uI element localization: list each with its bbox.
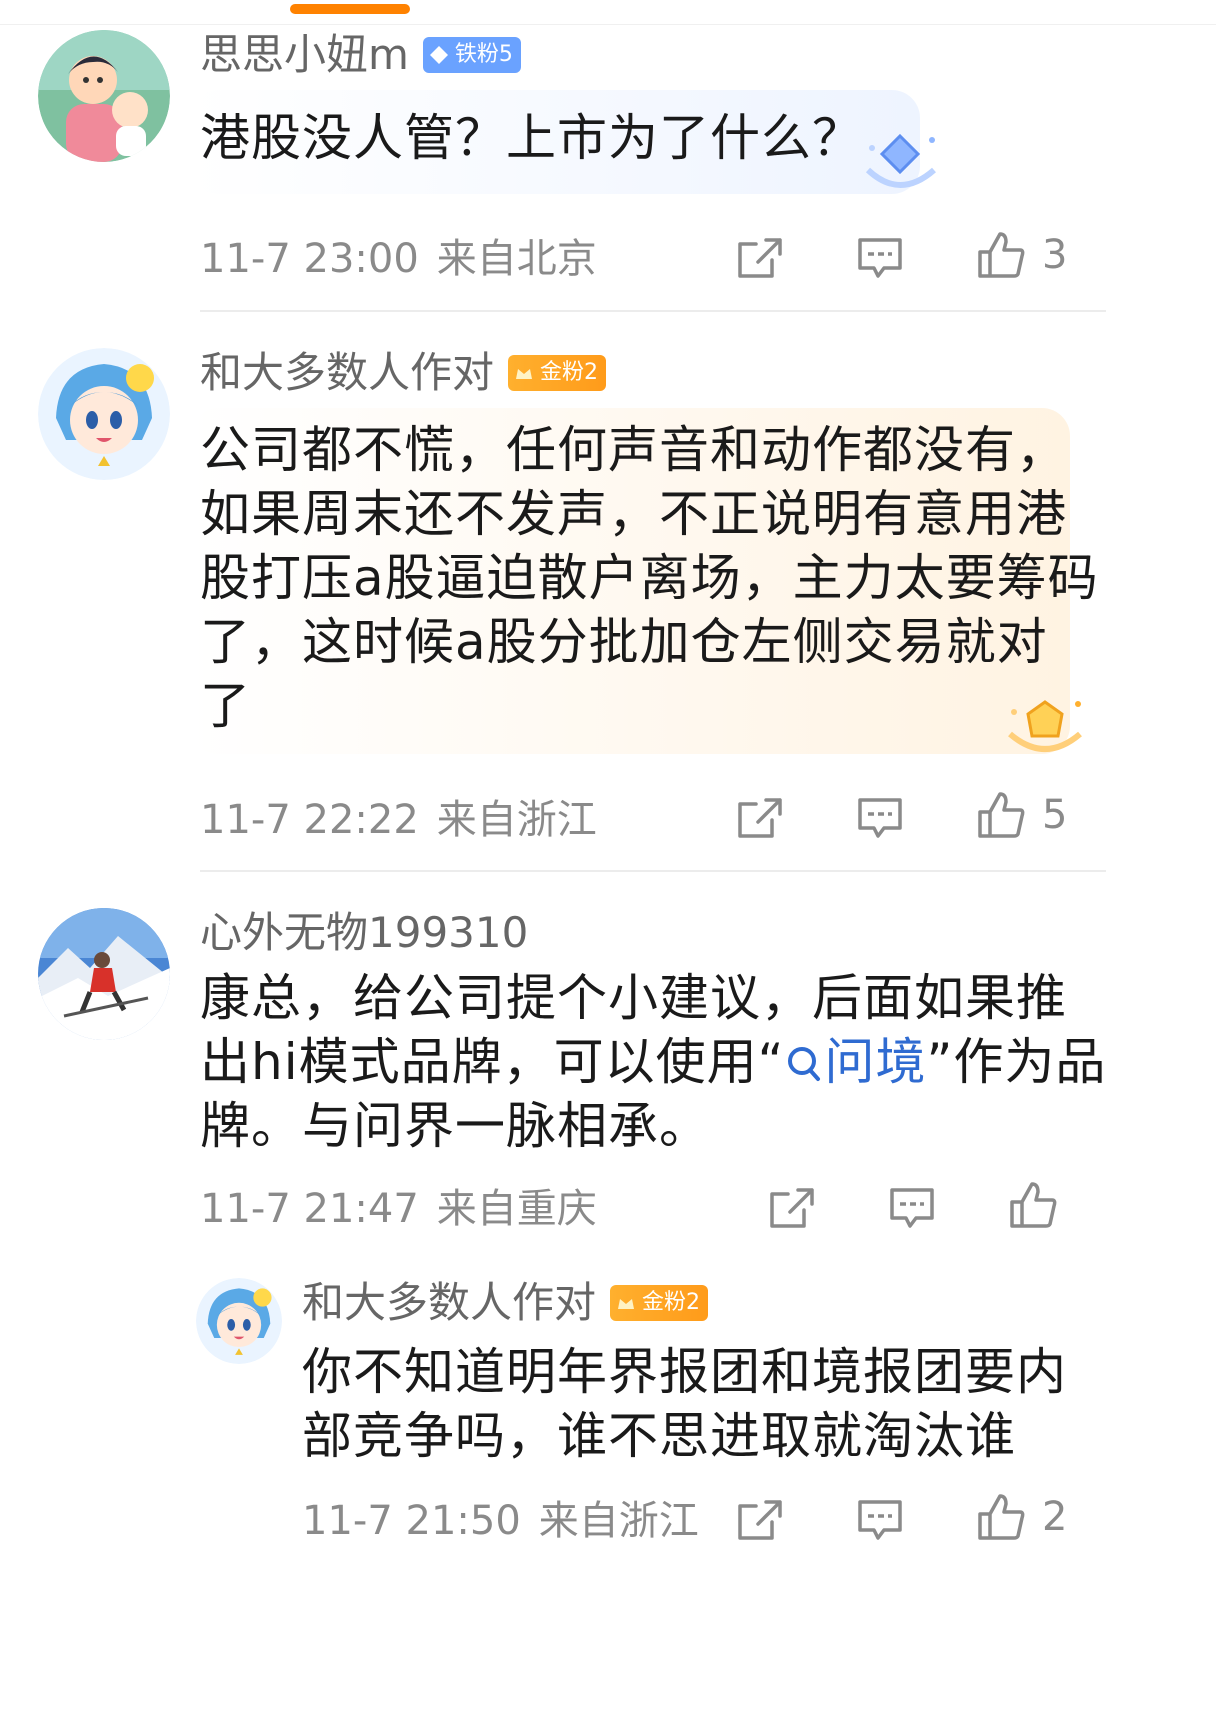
fan-badge-label: 金粉2 — [642, 1290, 701, 1315]
comment-text: 康总，给公司提个小建议，后面如果推 出hi模式品牌，可以使用“ 问境”作为品 牌。… — [200, 966, 1106, 1158]
share-icon — [738, 1500, 782, 1540]
share-icon — [738, 798, 782, 838]
user-avatar[interactable] — [196, 1278, 282, 1364]
crown-icon — [516, 369, 533, 379]
comment-icon — [858, 798, 902, 838]
top-divider — [0, 24, 1216, 25]
like-button[interactable]: 5 — [976, 790, 1067, 840]
like-button[interactable]: 2 — [976, 1492, 1067, 1542]
fan-badge: 金粉2 — [610, 1285, 709, 1321]
comment-time: 11-7 21:47 — [200, 1186, 419, 1232]
like-count: 5 — [1042, 792, 1068, 838]
avatar-photo — [38, 908, 170, 1040]
share-icon — [738, 238, 782, 278]
reply-button[interactable] — [888, 1186, 936, 1230]
fan-badge: 金粉2 — [508, 355, 607, 391]
thumbs-up-icon — [1010, 1182, 1057, 1228]
username-text: 和大多数人作对 — [302, 1278, 597, 1327]
share-button[interactable] — [736, 236, 784, 280]
reply-meta: 11-7 21:50 来自浙江 — [302, 1496, 699, 1546]
comment-author[interactable]: 心外无物199310 — [200, 908, 528, 958]
search-link-text: 问境 — [824, 1033, 927, 1091]
user-avatar[interactable] — [38, 30, 170, 162]
comment-meta: 11-7 23:00 来自北京 — [200, 234, 597, 284]
username-text: 心外无物199310 — [200, 908, 529, 957]
share-button[interactable] — [736, 1498, 784, 1542]
search-icon — [788, 1047, 821, 1081]
fan-badge-label: 金粉2 — [540, 360, 599, 385]
fan-badge: 铁粉5 — [422, 37, 521, 73]
thumbs-up-icon — [978, 1494, 1025, 1540]
username-text: 和大多数人作对 — [200, 348, 495, 397]
reply-button[interactable] — [856, 236, 904, 280]
comment-location: 来自浙江 — [436, 797, 597, 843]
comment-divider — [200, 870, 1106, 872]
comment-location: 来自重庆 — [436, 1186, 597, 1232]
crown-icon — [618, 1299, 635, 1309]
share-icon — [770, 1188, 814, 1228]
search-link[interactable]: 问境 — [784, 1033, 926, 1091]
user-avatar[interactable] — [38, 348, 170, 480]
diamond-badge-icon — [865, 133, 936, 188]
like-button[interactable] — [1008, 1180, 1058, 1230]
reply-text: 你不知道明年界报团和境报团要内 部竞争吗，谁不思进取就淘汰谁 — [302, 1343, 1067, 1465]
username-text: 思思小妞m — [200, 30, 409, 79]
comment-meta: 11-7 22:22 来自浙江 — [200, 795, 597, 845]
comment-author[interactable]: 思思小妞m 铁粉5 — [200, 30, 521, 80]
thumbs-up-icon — [978, 232, 1025, 278]
comment-text: 港股没人管？上市为了什么？ — [200, 109, 863, 167]
comment-icon — [858, 1500, 902, 1540]
reply-author[interactable]: 和大多数人作对 金粉2 — [302, 1278, 709, 1328]
user-avatar[interactable] — [38, 908, 170, 1040]
reply-time: 11-7 21:50 — [302, 1498, 521, 1544]
reply-location: 来自浙江 — [538, 1498, 699, 1544]
comment-icon — [890, 1188, 934, 1228]
reply-button[interactable] — [856, 796, 904, 840]
active-tab-indicator — [290, 4, 410, 14]
comment-author[interactable]: 和大多数人作对 金粉2 — [200, 348, 607, 398]
avatar-illustration — [38, 348, 170, 480]
comment-time: 11-7 23:00 — [200, 236, 419, 282]
like-count: 2 — [1042, 1494, 1068, 1540]
avatar-illustration — [38, 30, 170, 162]
comment-text: 公司都不慌，任何声音和动作都没有， 如果周末还不发声，不正说明有意用港 股打压a… — [200, 421, 1099, 735]
comment-divider — [200, 310, 1106, 312]
like-count: 3 — [1042, 232, 1068, 278]
reply-button[interactable] — [856, 1498, 904, 1542]
diamond-icon — [429, 46, 448, 64]
share-button[interactable] — [736, 796, 784, 840]
avatar-illustration — [196, 1278, 282, 1364]
comment-location: 来自北京 — [436, 236, 597, 282]
comment-icon — [858, 238, 902, 278]
comment-time: 11-7 22:22 — [200, 797, 419, 843]
fan-badge-label: 铁粉5 — [454, 42, 513, 67]
like-button[interactable]: 3 — [976, 230, 1067, 280]
thumbs-up-icon — [978, 792, 1025, 838]
comment-meta: 11-7 21:47 来自重庆 — [200, 1184, 597, 1234]
share-button[interactable] — [768, 1186, 816, 1230]
